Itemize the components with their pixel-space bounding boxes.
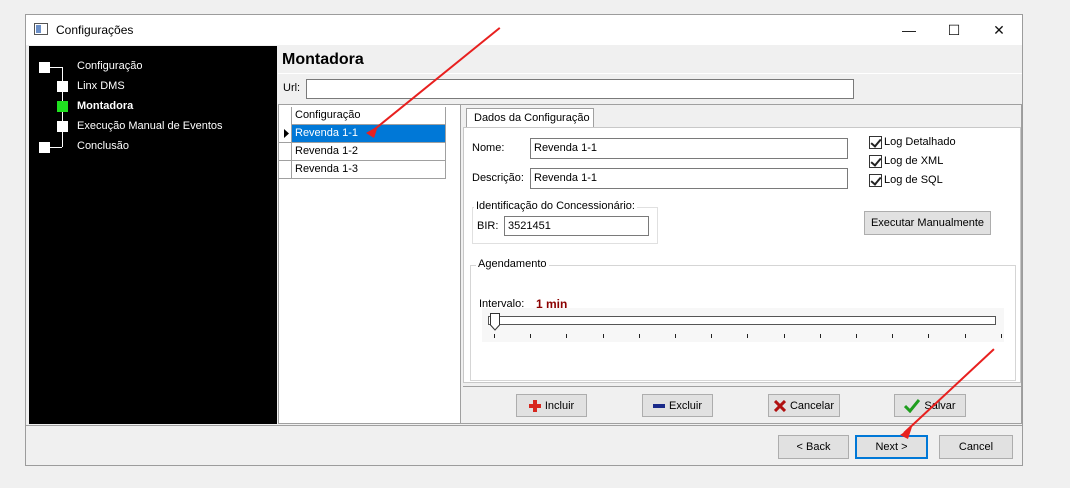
grid-row-revenda-1-3[interactable]: Revenda 1-3 <box>292 161 446 179</box>
url-input[interactable] <box>306 79 854 99</box>
step-execucao-manual[interactable]: Execução Manual de Eventos <box>77 120 223 132</box>
tab-dados-da-configuracao[interactable]: Dados da Configuração <box>466 108 594 128</box>
step-node-montadora <box>57 101 68 112</box>
nome-field[interactable]: Revenda 1-1 <box>530 138 848 159</box>
intervalo-slider-thumb[interactable] <box>490 313 500 331</box>
row-indicator <box>279 161 292 179</box>
grid-actions-bar: Incluir Excluir Cancelar Salvar <box>463 386 1021 423</box>
nome-label: Nome: <box>472 142 505 154</box>
minus-icon <box>652 403 665 408</box>
incluir-button[interactable]: Incluir <box>516 394 587 417</box>
header-divider <box>278 73 1022 74</box>
log-sql-checkbox[interactable] <box>869 174 882 187</box>
annotation-arrowhead-next <box>900 427 912 439</box>
footer-divider <box>26 425 1022 426</box>
slider-tick <box>819 334 821 338</box>
next-label: Next > <box>875 441 908 453</box>
log-xml-label[interactable]: Log de XML <box>884 155 943 167</box>
step-node-configuracao <box>39 62 50 73</box>
agendamento-group-title: Agendamento <box>476 258 549 270</box>
slider-tick <box>747 334 749 338</box>
back-label: < Back <box>796 441 831 453</box>
step-linx-dms[interactable]: Linx DMS <box>77 80 125 92</box>
log-detalhado-label[interactable]: Log Detalhado <box>884 136 956 148</box>
close-icon[interactable]: ✕ <box>976 15 1022 45</box>
tab-body: Nome: Revenda 1-1 Descrição: Revenda 1-1… <box>463 127 1021 383</box>
grid-row-revenda-1-2[interactable]: Revenda 1-2 <box>292 143 446 161</box>
content-panel: Configuração Revenda 1-1 Revenda 1-2 Rev… <box>278 104 1022 424</box>
bir-field[interactable]: 3521451 <box>504 216 649 236</box>
step-node-conclusao <box>39 142 50 153</box>
log-xml-checkbox[interactable] <box>869 155 882 168</box>
maximize-icon[interactable]: ☐ <box>931 15 977 45</box>
step-node-execucao <box>57 121 68 132</box>
descricao-label: Descrição: <box>472 172 524 184</box>
slider-tick <box>494 334 495 338</box>
minimize-icon[interactable]: — <box>886 15 932 45</box>
step-montadora[interactable]: Montadora <box>77 100 133 112</box>
executar-manualmente-label: Executar Manualmente <box>870 217 985 229</box>
slider-tick <box>602 334 604 338</box>
slider-tick <box>928 334 930 338</box>
identificacao-group: Identificação do Concessionário: BIR: 35… <box>472 200 658 244</box>
slider-tick <box>783 334 785 338</box>
slider-tick <box>530 334 532 338</box>
row-indicator <box>279 143 292 161</box>
slider-tick <box>856 334 857 338</box>
excluir-label: Excluir <box>668 399 702 412</box>
window-title: Configurações <box>56 23 134 37</box>
title-bar: Configurações — ☐ ✕ <box>26 15 1022 45</box>
descricao-field[interactable]: Revenda 1-1 <box>530 168 848 189</box>
url-label: Url: <box>283 82 301 94</box>
bir-label: BIR: <box>477 220 499 232</box>
slider-tick <box>638 334 640 338</box>
log-detalhado-checkbox[interactable] <box>869 136 882 149</box>
checkmark-icon <box>904 398 921 413</box>
intervalo-slider-track[interactable] <box>488 316 996 325</box>
intervalo-slider-area[interactable] <box>482 308 1004 342</box>
slider-tick <box>964 334 966 338</box>
cancelar-label: Cancelar <box>789 399 835 412</box>
cancel-button[interactable]: Cancel <box>939 435 1013 459</box>
configuration-grid: Configuração Revenda 1-1 Revenda 1-2 Rev… <box>279 105 461 423</box>
executar-manualmente-button[interactable]: Executar Manualmente <box>864 211 991 235</box>
incluir-label: Incluir <box>544 399 575 412</box>
cancel-label: Cancel <box>958 441 994 453</box>
step-node-linx-dms <box>57 81 68 92</box>
slider-tick <box>892 334 894 338</box>
configuracoes-window: Configurações — ☐ ✕ Configuração Linx DM… <box>25 14 1023 466</box>
next-button[interactable]: Next > <box>855 435 928 459</box>
page-title: Montadora <box>282 51 364 68</box>
step-configuracao[interactable]: Configuração <box>77 60 142 72</box>
plus-icon <box>528 399 541 412</box>
excluir-button[interactable]: Excluir <box>642 394 713 417</box>
grid-corner <box>279 107 292 125</box>
slider-tick <box>1000 334 1002 338</box>
row-indicator <box>279 125 292 143</box>
identificacao-group-title: Identificação do Concessionário: <box>474 200 637 212</box>
slider-tick <box>675 334 676 338</box>
wizard-steps-tree: Configuração Linx DMS Montadora Execução… <box>29 46 277 424</box>
app-icon <box>34 23 48 35</box>
cancelar-button[interactable]: Cancelar <box>768 394 840 417</box>
slider-tick <box>711 334 713 338</box>
log-sql-label[interactable]: Log de SQL <box>884 174 943 186</box>
x-icon <box>773 399 786 412</box>
annotation-arrowhead-grid <box>366 126 378 138</box>
slider-tick <box>566 334 568 338</box>
back-button[interactable]: < Back <box>778 435 849 459</box>
step-conclusao[interactable]: Conclusão <box>77 140 129 152</box>
grid-header[interactable]: Configuração <box>292 107 446 125</box>
